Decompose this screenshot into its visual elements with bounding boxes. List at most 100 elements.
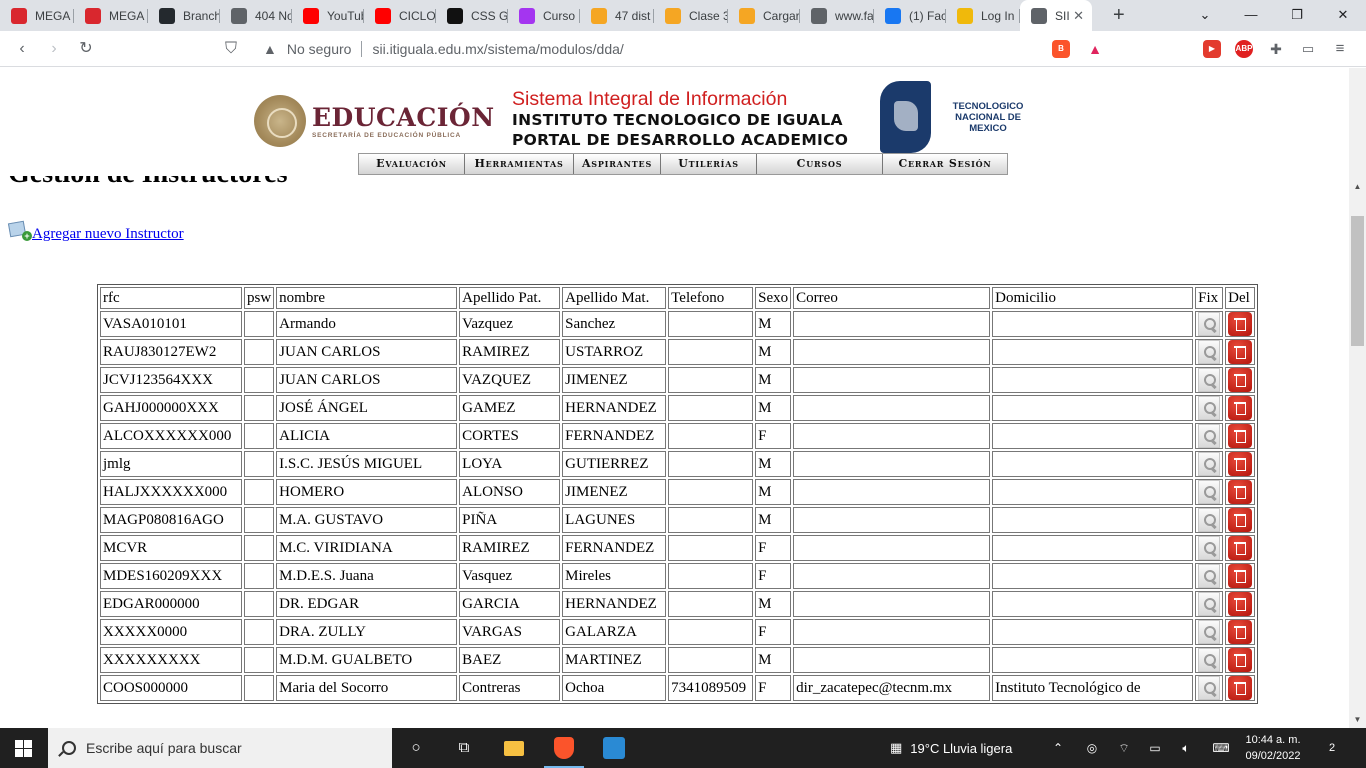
delete-trash-icon[interactable] (1228, 452, 1253, 476)
add-instructor-link[interactable]: + Agregar nuevo Instructor (7, 220, 184, 242)
delete-trash-icon[interactable] (1228, 340, 1253, 364)
edit-magnifier-icon[interactable] (1198, 676, 1221, 700)
volume-icon[interactable]: 🔈︎ (1176, 728, 1196, 768)
brave-shield-icon[interactable]: B (1052, 40, 1070, 58)
battery-icon[interactable]: ▭ (1144, 728, 1166, 768)
minimize-icon[interactable]: — (1228, 0, 1274, 31)
edit-magnifier-icon[interactable] (1198, 564, 1221, 588)
forward-icon[interactable]: › (42, 37, 66, 61)
browser-tab[interactable]: 404 No (220, 0, 292, 31)
menu-item-cursos[interactable]: Cursos (757, 154, 883, 174)
scroll-thumb[interactable] (1351, 216, 1364, 346)
menu-item-utilerias[interactable]: Utilerías (661, 154, 757, 174)
back-icon[interactable]: ‹ (10, 37, 34, 61)
table-cell (244, 675, 275, 701)
delete-trash-icon[interactable] (1228, 536, 1253, 560)
table-cell: BAEZ (459, 647, 561, 673)
keyboard-icon[interactable]: ⌨ (1208, 728, 1234, 768)
menu-item-evaluacion[interactable]: Evaluación (359, 154, 465, 174)
table-cell: VARGAS (459, 619, 561, 645)
edit-magnifier-icon[interactable] (1198, 620, 1221, 644)
delete-trash-icon[interactable] (1228, 424, 1253, 448)
edit-magnifier-icon[interactable] (1198, 592, 1221, 616)
add-document-icon[interactable]: + (7, 220, 32, 242)
edit-magnifier-icon[interactable] (1198, 312, 1221, 336)
wifi-icon[interactable]: ⌔ (1114, 728, 1134, 768)
delete-trash-icon[interactable] (1228, 368, 1253, 392)
delete-trash-icon[interactable] (1228, 648, 1253, 672)
show-hidden-icons-icon[interactable]: ⌃ (1048, 728, 1068, 768)
table-cell: F (755, 535, 792, 561)
browser-tab[interactable]: Curso (508, 0, 580, 31)
new-tab-button[interactable]: + (1113, 4, 1125, 26)
edit-magnifier-icon[interactable] (1198, 368, 1221, 392)
not-secure-warning-icon[interactable]: ▲ (263, 41, 277, 57)
browser-tab[interactable]: Branch (148, 0, 220, 31)
wallet-icon[interactable]: ▭ (1299, 40, 1317, 58)
close-window-icon[interactable]: ✕ (1320, 0, 1366, 31)
cortana-icon[interactable]: ○ (404, 736, 428, 760)
meet-now-icon[interactable]: ◎ (1082, 728, 1102, 768)
menu-item-herramientas[interactable]: Herramientas (465, 154, 574, 174)
page-scrollbar[interactable]: ▲ ▼ (1349, 68, 1366, 728)
browser-tab[interactable]: 47 dist (580, 0, 654, 31)
delete-trash-icon[interactable] (1228, 620, 1253, 644)
delete-trash-icon[interactable] (1228, 508, 1253, 532)
brave-rewards-icon[interactable]: ▲ (1086, 40, 1104, 58)
vscode-icon[interactable] (589, 728, 637, 768)
browser-tab-title: SII (1055, 8, 1070, 23)
delete-trash-icon[interactable] (1228, 396, 1253, 420)
tab-search-icon[interactable]: ⌄ (1182, 0, 1228, 31)
reload-icon[interactable]: ↻ (74, 37, 98, 61)
browser-tab[interactable]: CICLOS (364, 0, 436, 31)
url-text[interactable]: sii.itiguala.edu.mx/sistema/modulos/dda/ (372, 41, 623, 57)
browser-tab[interactable]: Cargar (728, 0, 800, 31)
bookmark-icon[interactable]: ⛉ (219, 37, 243, 61)
browser-tab[interactable]: Clase 3 (654, 0, 728, 31)
weather-widget[interactable]: ▦ 19°C Lluvia ligera (890, 728, 1012, 768)
edit-magnifier-icon[interactable] (1198, 508, 1221, 532)
browser-tab[interactable]: Log In (946, 0, 1020, 31)
edit-magnifier-icon[interactable] (1198, 424, 1221, 448)
system-clock[interactable]: 10:44 a. m. 09/02/2022 (1238, 732, 1308, 764)
edit-magnifier-icon[interactable] (1198, 648, 1221, 672)
menu-item-aspirantes[interactable]: Aspirantes (574, 154, 661, 174)
edit-magnifier-icon[interactable] (1198, 536, 1221, 560)
delete-trash-icon[interactable] (1228, 564, 1253, 588)
edit-magnifier-icon[interactable] (1198, 452, 1221, 476)
scroll-up-icon[interactable]: ▲ (1349, 178, 1366, 195)
restore-icon[interactable]: ❐ (1274, 0, 1320, 31)
edit-magnifier-icon[interactable] (1198, 480, 1221, 504)
close-tab-icon[interactable]: ✕ (1073, 8, 1084, 24)
address-bar[interactable]: ▲ No seguro sii.itiguala.edu.mx/sistema/… (253, 35, 1038, 63)
taskbar-search[interactable]: Escribe aquí para buscar (48, 728, 392, 768)
browser-tab[interactable]: MEGA (0, 0, 74, 31)
notifications-icon[interactable]: 2 (1322, 738, 1342, 758)
delete-trash-icon[interactable] (1228, 676, 1253, 700)
browser-tab[interactable]: (1) Face (874, 0, 946, 31)
browser-tab[interactable]: SII ✕ (1020, 0, 1092, 31)
adblock-plus-icon[interactable]: ABP (1235, 40, 1253, 58)
delete-cell (1225, 451, 1256, 477)
file-explorer-icon[interactable] (490, 728, 538, 768)
browser-tab[interactable]: www.fa (800, 0, 874, 31)
browser-tab[interactable]: MEGA (74, 0, 148, 31)
edit-magnifier-icon[interactable] (1198, 396, 1221, 420)
edit-magnifier-icon[interactable] (1198, 340, 1221, 364)
scroll-down-icon[interactable]: ▼ (1349, 711, 1366, 728)
delete-trash-icon[interactable] (1228, 312, 1253, 336)
extensions-puzzle-icon[interactable]: ✚ (1267, 40, 1285, 58)
delete-trash-icon[interactable] (1228, 480, 1253, 504)
menu-item-cerrar-sesion[interactable]: Cerrar Sesión (883, 154, 1007, 174)
extension-media-icon[interactable]: ▶ (1203, 40, 1221, 58)
browser-tab[interactable]: YouTub (292, 0, 364, 31)
table-cell: HERNANDEZ (562, 395, 667, 421)
windows-start-icon[interactable] (15, 740, 32, 757)
brave-browser-icon[interactable] (540, 728, 588, 768)
add-instructor-label[interactable]: Agregar nuevo Instructor (32, 226, 184, 242)
browser-tab[interactable]: CSS Gr (436, 0, 508, 31)
delete-trash-icon[interactable] (1228, 592, 1253, 616)
column-header: psw (244, 287, 275, 309)
task-view-icon[interactable]: ⧉ (452, 736, 476, 760)
menu-icon[interactable]: ≡ (1331, 40, 1349, 58)
